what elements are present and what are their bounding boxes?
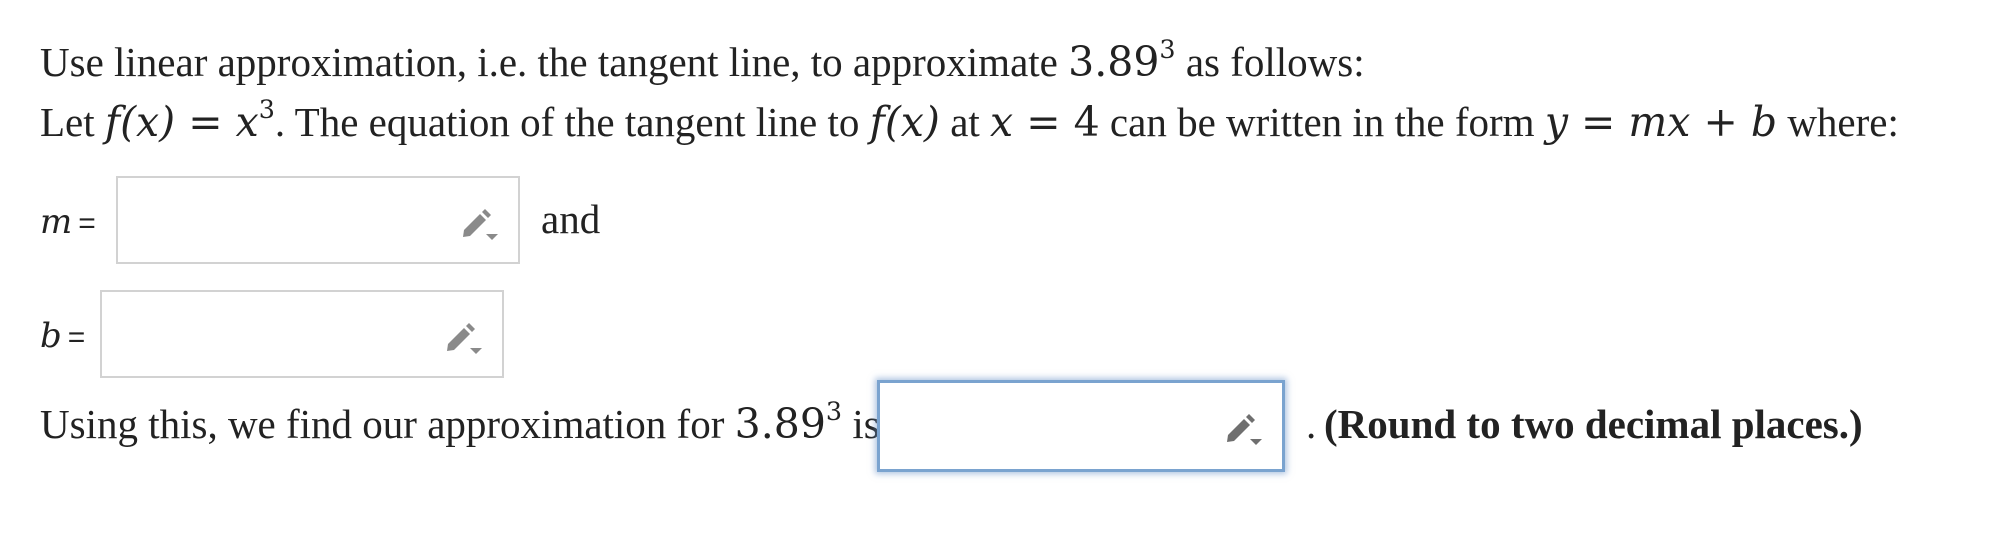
setup-function-2: f(x) bbox=[869, 98, 940, 146]
intro-suffix: as follows: bbox=[1175, 39, 1365, 85]
setup-sentence: . The equation of the tangent line to bbox=[274, 99, 870, 145]
m-var: m bbox=[40, 202, 73, 242]
b-input[interactable] bbox=[100, 290, 504, 378]
final-exponent: 3 bbox=[825, 396, 843, 427]
setup-form: y = mx + b bbox=[1544, 98, 1778, 146]
setup-where: where: bbox=[1777, 99, 1899, 145]
approximation-input[interactable] bbox=[877, 380, 1285, 472]
setup-line: Let f(x) = x3. The equation of the tange… bbox=[40, 97, 1899, 145]
b-var: b bbox=[40, 316, 62, 356]
intro-exponent: 3 bbox=[1159, 34, 1176, 65]
m-label: m = bbox=[40, 202, 96, 242]
pencil-dropdown-icon[interactable] bbox=[460, 204, 500, 244]
final-text: Using this, we find our approximation fo… bbox=[40, 401, 735, 447]
setup-at: at bbox=[939, 99, 991, 145]
m-input[interactable] bbox=[116, 176, 520, 264]
final-base: 3.89 bbox=[734, 400, 826, 448]
intro-base: 3.89 bbox=[1068, 38, 1160, 86]
setup-exponent: 3 bbox=[258, 94, 275, 125]
b-label: b = bbox=[40, 316, 85, 356]
b-equals: = bbox=[67, 321, 86, 354]
final-line: Using this, we find our approximation fo… bbox=[40, 399, 880, 447]
setup-equals: = bbox=[175, 98, 236, 146]
setup-can-be: can be written in the form bbox=[1099, 99, 1545, 145]
intro-text: Use linear approximation, i.e. the tange… bbox=[40, 39, 1069, 85]
setup-function: f(x) bbox=[104, 98, 176, 146]
pencil-dropdown-icon[interactable] bbox=[444, 318, 484, 358]
round-note: (Round to two decimal places.) bbox=[1324, 401, 1863, 447]
setup-eq4: = 4 bbox=[1013, 98, 1100, 146]
setup-x: x bbox=[235, 98, 259, 146]
pencil-dropdown-icon[interactable] bbox=[1224, 409, 1264, 449]
final-period: . bbox=[1306, 401, 1317, 447]
m-equals: = bbox=[78, 207, 96, 240]
and-text: and bbox=[541, 196, 601, 242]
intro-line: Use linear approximation, i.e. the tange… bbox=[40, 37, 1365, 85]
final-is: is bbox=[842, 401, 880, 447]
setup-let: Let bbox=[40, 99, 105, 145]
setup-x-2: x bbox=[990, 98, 1014, 146]
